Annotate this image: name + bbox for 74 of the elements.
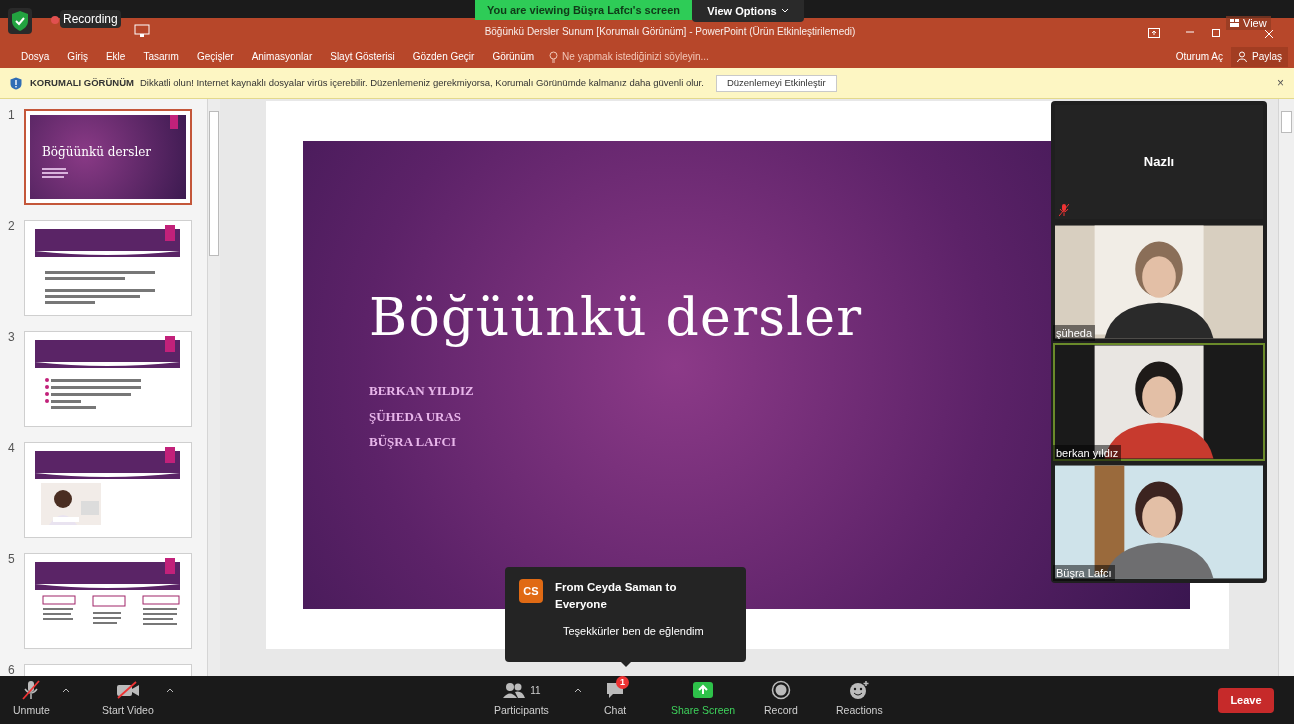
slide-number: 1 [8, 109, 16, 124]
slide-number: 4 [8, 442, 16, 457]
reactions-button[interactable]: Reactions [836, 680, 883, 719]
message-title: KORUMALI GÖRÜNÜM [30, 75, 134, 90]
participant-name: Büşra Lafcı [1053, 564, 1115, 581]
ribbon-tab[interactable]: Tasarım [134, 46, 188, 67]
author-name: ŞÜHEDA URAS [369, 407, 462, 426]
record-icon [770, 680, 791, 700]
view-options-button[interactable]: View Options [692, 0, 804, 22]
leave-button[interactable]: Leave [1218, 688, 1274, 713]
notification-badge: 1 [616, 676, 630, 689]
slide-thumbnail[interactable] [24, 220, 192, 316]
shield-icon [8, 8, 32, 34]
slide-number: 2 [8, 220, 16, 235]
caret-icon[interactable] [574, 688, 582, 693]
ribbon-tab[interactable]: Dosya [12, 46, 59, 67]
tell-me-field[interactable]: Ne yapmak istediğinizi söyleyin... [562, 49, 709, 64]
participant-name: Nazlı [1143, 153, 1175, 172]
ribbon-tab[interactable]: Ekle [96, 46, 135, 67]
ribbon-tab[interactable]: Giriş [58, 46, 97, 67]
people-icon [502, 682, 527, 698]
slide-number: 5 [8, 553, 16, 568]
ribbon-tab[interactable]: Animasyonlar [242, 46, 322, 67]
ribbon-display-icon[interactable] [1148, 28, 1160, 38]
slide-thumbnail[interactable] [24, 331, 192, 427]
lightbulb-icon [549, 50, 559, 63]
share-button[interactable]: Paylaş [1231, 46, 1288, 67]
slide-number: 3 [8, 331, 16, 346]
muted-mic-icon [20, 680, 43, 700]
close-icon[interactable] [1264, 29, 1274, 39]
scrollbar[interactable] [207, 99, 220, 677]
participant-count: 11 [530, 683, 541, 698]
slide-thumbnail[interactable]: Böğüünkü dersler [24, 109, 192, 205]
share-button[interactable]: Share Screen [671, 680, 736, 719]
thumbnail-title: Böğüünkü dersler [42, 144, 153, 161]
participants-button[interactable]: 11 Participants [494, 680, 549, 719]
message-text: Dikkatli olun! Internet kaynaklı dosyalar virüs içerebilir. Düzenlemeniz gerekmiyorsa, Korumalı Görünümde kalmanız daha güvenli olur. [139, 75, 704, 90]
caret-icon[interactable] [166, 688, 174, 693]
chat-message: Teşekkürler ben de eğlendim [563, 624, 705, 639]
view-button[interactable]: View [1226, 16, 1271, 30]
ribbon-tab[interactable]: Gözden Geçir [403, 46, 484, 67]
slide-thumbnail[interactable] [24, 553, 192, 649]
enable-editing-button[interactable]: Düzenlemeyi Etkinleştir [715, 74, 837, 92]
smiley-icon [848, 680, 871, 700]
slide-thumbnail[interactable] [24, 442, 192, 538]
participant-name: şüheda [1053, 324, 1096, 341]
ribbon-tab[interactable]: Geçişler [187, 46, 243, 67]
presenter-icon[interactable] [134, 24, 150, 38]
bookmark-tab [170, 115, 178, 129]
close-button[interactable]: × [1277, 74, 1284, 92]
participant-name: berkan yıldız [1053, 444, 1122, 461]
author-name: BERKAN YILDIZ [369, 382, 474, 400]
muted-mic-icon [1059, 204, 1069, 216]
sign-in-link[interactable]: Oturum Aç [1175, 49, 1223, 64]
restore-icon[interactable] [1212, 27, 1222, 37]
chat-sender: From Ceyda Saman to Everyone [555, 580, 678, 612]
slide-number: 6 [8, 664, 16, 677]
ribbon-tab[interactable]: Görünüm [483, 46, 544, 67]
camera-off-icon [115, 681, 140, 699]
viewing-banner: You are viewing Büşra Lafcı's screen [475, 0, 692, 20]
scrollbar[interactable] [1278, 99, 1294, 677]
record-button[interactable]: Record [764, 680, 798, 719]
caret-icon [780, 8, 789, 14]
window-title: Böğünkü Dersler Sunum [Korumalı Görünüm] - PowerPoint (Ürün Etkinleştirilemedi) [483, 25, 857, 39]
record-dot-icon [50, 15, 60, 25]
grid-icon [1230, 19, 1239, 27]
author-name: BÜŞRA LAFCI [369, 433, 457, 451]
ribbon-tab[interactable]: Slayt Gösterisi [321, 46, 404, 67]
recording-label: Recording [60, 10, 121, 28]
caret-icon[interactable] [62, 688, 70, 693]
person-icon [1237, 51, 1248, 62]
shield-info-icon [10, 76, 22, 90]
avatar-badge: CS [519, 579, 543, 603]
chat-notification[interactable]: CS From Ceyda Saman to Everyone Teşekkürler ben de eğlendim [505, 567, 746, 662]
